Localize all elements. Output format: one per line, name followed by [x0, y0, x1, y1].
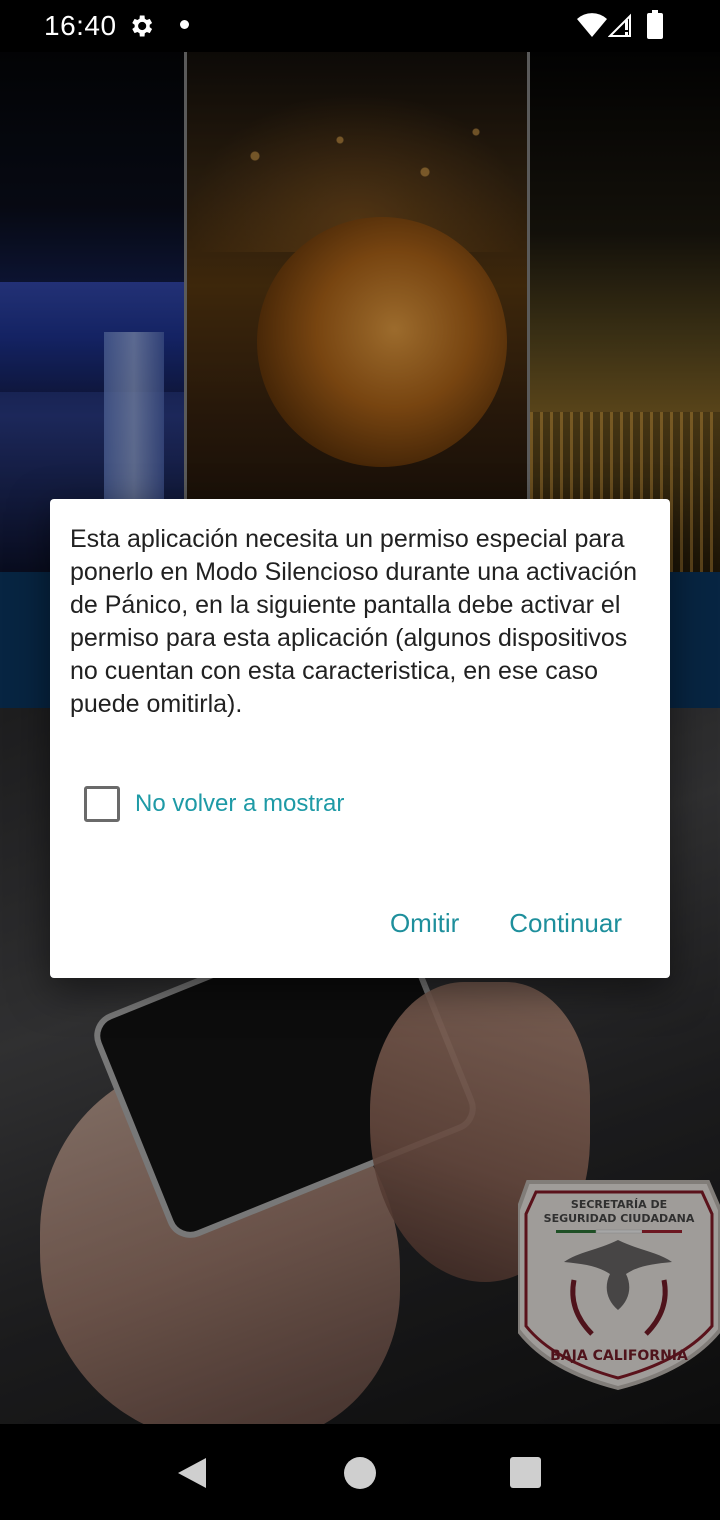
dialog-message: Esta aplicación necesita un permiso espe…	[70, 525, 638, 718]
checkbox-box[interactable]	[84, 786, 120, 822]
checkbox-label[interactable]: No volver a mostrar	[135, 790, 344, 818]
dont-show-again-checkbox[interactable]: No volver a mostrar	[84, 786, 344, 822]
gear-icon	[132, 15, 153, 37]
signal-icon	[608, 13, 631, 37]
home-icon[interactable]	[344, 1457, 376, 1489]
navigation-bar	[0, 1424, 720, 1520]
continue-button[interactable]: Continuar	[509, 908, 622, 939]
recents-icon[interactable]	[510, 1457, 541, 1488]
dialog-actions: Omitir Continuar	[390, 905, 622, 941]
battery-icon	[647, 10, 663, 39]
wifi-icon	[577, 13, 607, 37]
skip-button[interactable]: Omitir	[390, 908, 459, 939]
permission-dialog: Esta aplicación necesita un permiso espe…	[50, 499, 670, 978]
back-icon[interactable]	[176, 1456, 208, 1490]
notification-dot-icon	[180, 20, 189, 29]
status-time: 16:40	[44, 10, 117, 41]
status-bar: 16:40	[0, 0, 720, 52]
